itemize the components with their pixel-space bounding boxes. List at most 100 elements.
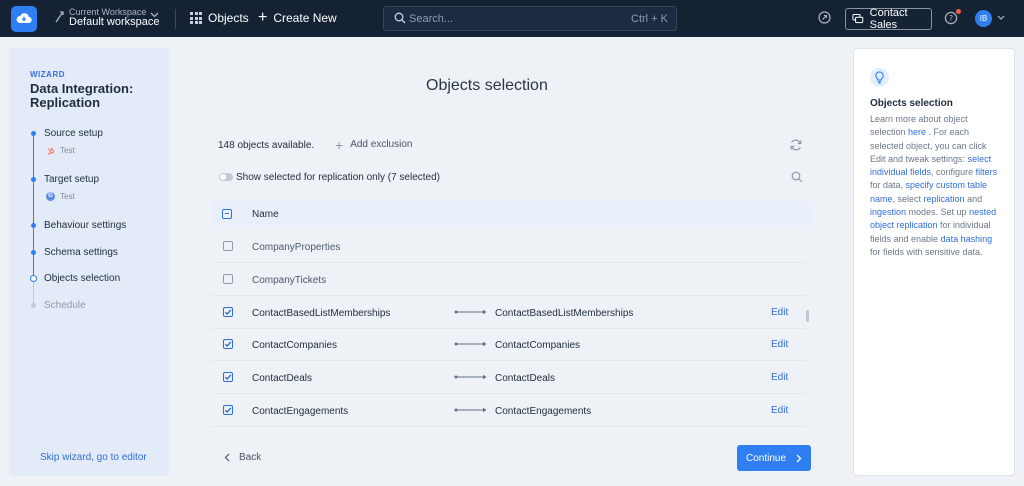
arrow-right-icon — [454, 407, 487, 413]
skip-wizard-link[interactable]: Skip wizard, go to editor — [40, 452, 147, 463]
wizard-label: WIZARD — [30, 70, 65, 79]
wizard-step-schema-settings[interactable]: Schema settings — [44, 247, 118, 258]
column-header-name: Name — [252, 209, 279, 220]
step-dot — [31, 223, 36, 228]
target-object-name: ContactBasedListMemberships — [495, 308, 634, 319]
row-checkbox[interactable] — [223, 274, 233, 284]
search-shortcut: Ctrl + K — [631, 13, 668, 25]
search-icon[interactable] — [791, 171, 803, 183]
back-label: Back — [239, 452, 262, 463]
objects-available-count: 148 objects available. — [218, 140, 315, 151]
show-selected-label: Show selected for replication only (7 se… — [236, 172, 440, 183]
table-scrollbar[interactable] — [806, 310, 809, 322]
wizard-step-objects-selection[interactable]: Objects selection — [44, 273, 120, 284]
row-checkbox-checked[interactable] — [223, 307, 233, 317]
target-connector: G Test — [46, 192, 75, 201]
target-name: Test — [60, 192, 75, 201]
target-object-name: ContactCompanies — [495, 340, 581, 351]
table-row[interactable]: CompanyProperties — [212, 230, 807, 263]
row-checkbox-checked[interactable] — [223, 339, 233, 349]
select-all-checkbox[interactable] — [222, 209, 232, 219]
wizard-step-schedule[interactable]: Schedule — [44, 300, 86, 311]
row-checkbox-checked[interactable] — [223, 372, 233, 382]
svg-text:?: ? — [949, 14, 953, 23]
global-search-input[interactable]: Search... Ctrl + K — [383, 6, 677, 31]
table-row[interactable]: ContactCompanies ContactCompanies Edit — [212, 328, 807, 361]
help-link-replication[interactable]: replication — [924, 194, 965, 204]
search-icon — [394, 12, 406, 24]
chevron-down-icon[interactable] — [997, 15, 1005, 20]
workspace-selector[interactable]: Default workspace — [69, 16, 160, 28]
help-text: , configure — [931, 167, 976, 178]
chevron-down-icon[interactable] — [150, 12, 159, 18]
objects-nav-label: Objects — [208, 11, 249, 25]
checkmark-icon — [224, 374, 232, 381]
hubspot-icon — [47, 147, 55, 155]
step-dot — [31, 131, 36, 136]
avatar[interactable]: IB — [975, 10, 992, 27]
contact-sales-button[interactable]: Contact Sales — [845, 7, 932, 31]
wizard-step-behaviour-settings[interactable]: Behaviour settings — [44, 220, 126, 231]
back-button[interactable]: Back — [224, 452, 261, 463]
rocket-icon[interactable] — [818, 11, 831, 24]
continue-button[interactable]: Continue — [737, 445, 811, 471]
workspace-icon — [55, 11, 64, 23]
grid-icon — [190, 12, 202, 24]
help-title: Objects selection — [870, 98, 953, 109]
app-logo[interactable] — [11, 6, 37, 32]
progress-line-pending — [33, 280, 34, 304]
table-row[interactable]: ContactEngagements ContactEngagements Ed… — [212, 394, 807, 427]
objects-nav-button[interactable]: Objects — [190, 11, 249, 25]
step-dot — [31, 250, 36, 255]
checkmark-icon — [224, 407, 232, 414]
table-row[interactable]: ContactBasedListMemberships ContactBased… — [212, 296, 807, 329]
search-placeholder: Search... — [409, 13, 454, 25]
help-link-ingestion[interactable]: ingestion — [870, 207, 906, 217]
checkmark-icon — [224, 309, 232, 316]
help-link-here[interactable]: here — [908, 127, 926, 137]
chat-icon — [852, 14, 864, 24]
add-exclusion-label: Add exclusion — [350, 139, 413, 150]
help-text: , select — [892, 193, 924, 204]
create-new-button[interactable]: + Create New — [258, 10, 337, 26]
help-link-filters[interactable]: filters — [976, 167, 998, 177]
create-new-label: Create New — [273, 11, 337, 25]
target-object-name: ContactEngagements — [495, 406, 592, 417]
refresh-icon[interactable] — [789, 138, 803, 152]
step-dot-current — [30, 275, 37, 282]
contact-sales-label: Contact Sales — [869, 7, 908, 31]
source-name: Test — [60, 146, 75, 155]
arrow-right-icon — [454, 309, 487, 315]
help-text: for data, — [870, 180, 906, 191]
edit-link[interactable]: Edit — [771, 372, 788, 383]
top-bar: Current Workspace Default workspace Obje… — [0, 0, 1024, 37]
chevron-left-icon — [224, 453, 230, 462]
wizard-sidebar: WIZARD Data Integration: Replication Sou… — [9, 48, 169, 476]
wizard-title: Data Integration: Replication — [30, 81, 134, 110]
add-exclusion-button[interactable]: + Add exclusion — [335, 136, 413, 153]
wizard-step-target-setup[interactable]: Target setup — [44, 174, 99, 185]
help-panel: Objects selection Learn more about objec… — [853, 48, 1015, 476]
help-text: modes. Set up — [906, 207, 970, 218]
row-checkbox-checked[interactable] — [223, 405, 233, 415]
checkmark-icon — [224, 341, 232, 348]
table-row[interactable]: ContactDeals ContactDeals Edit — [212, 361, 807, 394]
step-dot — [31, 177, 36, 182]
continue-label: Continue — [745, 452, 787, 464]
table-row[interactable]: CompanyTickets — [212, 263, 807, 296]
show-selected-toggle[interactable] — [219, 173, 233, 181]
arrow-right-icon — [454, 341, 487, 347]
help-text: and — [964, 193, 983, 204]
row-checkbox[interactable] — [223, 241, 233, 251]
page-title: Objects selection — [426, 77, 548, 94]
source-object-name: CompanyTickets — [252, 275, 327, 286]
edit-link[interactable]: Edit — [771, 405, 788, 416]
edit-link[interactable]: Edit — [771, 339, 788, 350]
help-link-data-hashing[interactable]: data hashing — [941, 234, 993, 244]
notification-dot — [956, 9, 961, 14]
source-object-name: ContactDeals — [252, 373, 313, 384]
wizard-step-source-setup[interactable]: Source setup — [44, 128, 103, 139]
plus-icon: + — [335, 136, 344, 153]
edit-link[interactable]: Edit — [771, 307, 788, 318]
chevron-right-icon — [796, 454, 802, 462]
